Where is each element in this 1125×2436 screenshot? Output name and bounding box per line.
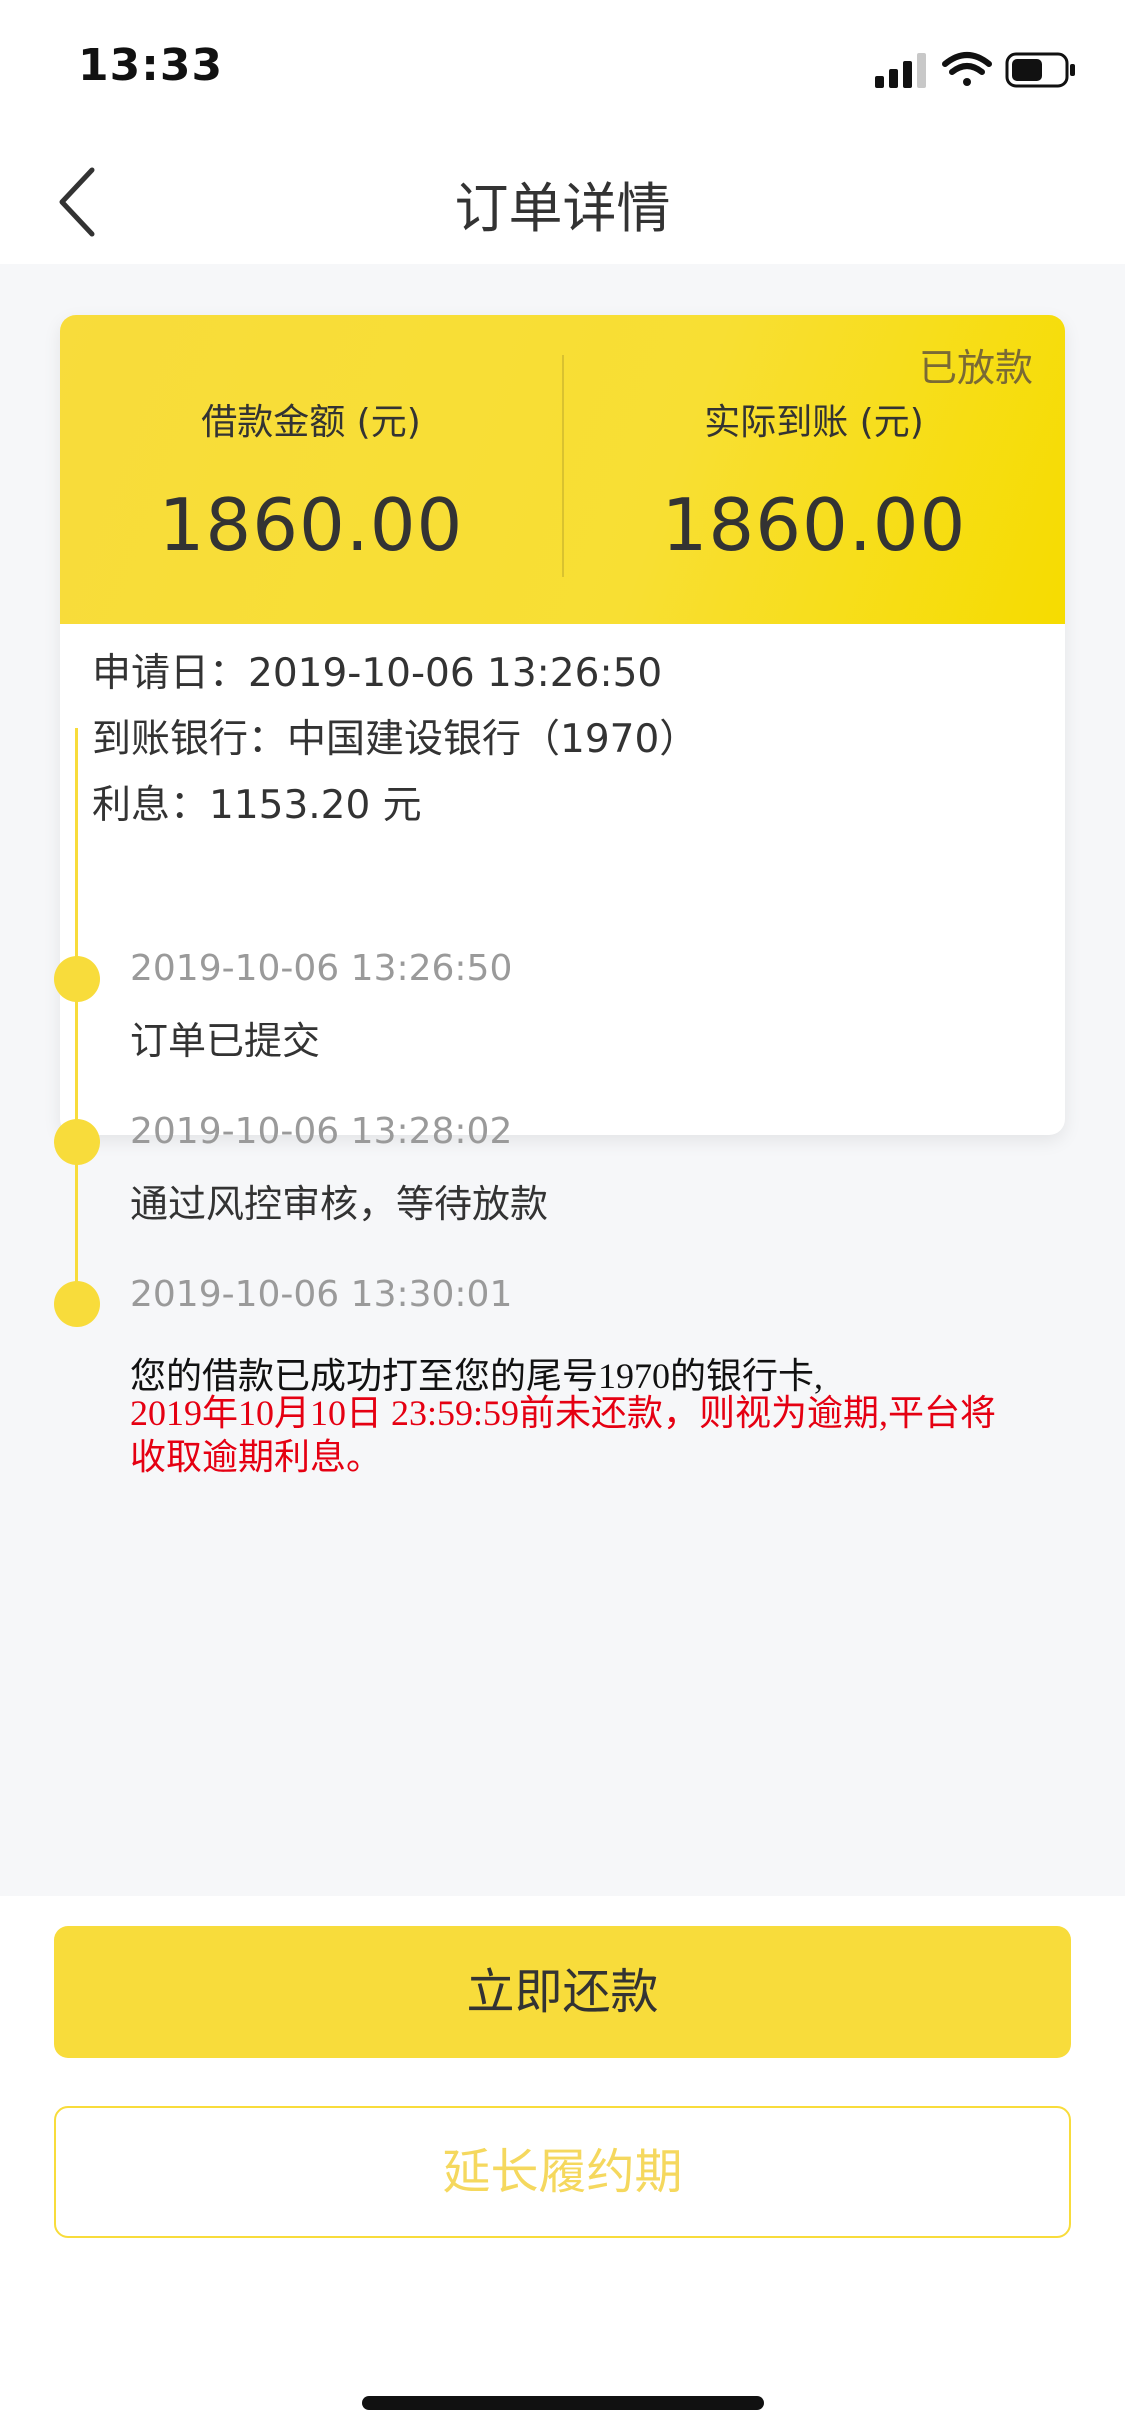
loan-amount-value: 1860.00 — [158, 483, 464, 567]
timeline-time: 2019-10-06 13:28:02 — [130, 1111, 513, 1152]
timeline-text: 订单已提交 — [130, 1019, 321, 1063]
timeline-time: 2019-10-06 13:26:50 — [130, 948, 513, 989]
repay-now-button[interactable]: 立即还款 — [54, 1926, 1071, 2058]
battery-icon — [1005, 52, 1075, 88]
status-bar: 13:33 — [0, 0, 1125, 132]
timeline-time: 2019-10-06 13:30:01 — [130, 1274, 513, 1315]
timeline-dot — [54, 1281, 100, 1327]
order-detail-content: 已放款 借款金额 (元) 1860.00 实际到账 (元) 1860.00 申请… — [0, 264, 1125, 1896]
nav-bar: 订单详情 — [0, 132, 1125, 264]
status-badge: 已放款 — [918, 346, 1033, 390]
timeline-text: 通过风控审核，等待放款 — [130, 1182, 549, 1226]
card-info: 申请日：2019-10-06 13:26:50 到账银行：中国建设银行（1970… — [92, 641, 698, 839]
home-indicator — [362, 2396, 764, 2410]
signal-icon — [875, 53, 926, 88]
interest: 利息：1153.20 元 — [92, 783, 422, 828]
received-amount: 实际到账 (元) 1860.00 — [563, 393, 1065, 567]
loan-amount-label: 借款金额 (元) — [201, 402, 421, 443]
loan-amount: 借款金额 (元) 1860.00 — [60, 393, 562, 567]
apply-date: 申请日：2019-10-06 13:26:50 — [92, 651, 663, 696]
overdue-warning: 2019年10月10日 23:59:59前未还款，则视为逾期,平台将收取逾期利息… — [130, 1393, 997, 1477]
timeline-dot — [54, 956, 100, 1002]
status-time: 13:33 — [78, 40, 224, 91]
timeline-line — [75, 728, 78, 1304]
timeline-dot — [54, 1119, 100, 1165]
receiving-bank: 到账银行：中国建设银行（1970） — [92, 717, 699, 762]
wifi-icon — [942, 52, 992, 86]
received-amount-label: 实际到账 (元) — [704, 402, 924, 443]
status-icons — [875, 52, 1075, 88]
received-amount-value: 1860.00 — [661, 483, 967, 567]
page-title: 订单详情 — [454, 177, 671, 240]
card-header: 已放款 借款金额 (元) 1860.00 实际到账 (元) 1860.00 — [60, 315, 1065, 624]
extend-term-button[interactable]: 延长履约期 — [54, 2106, 1071, 2238]
